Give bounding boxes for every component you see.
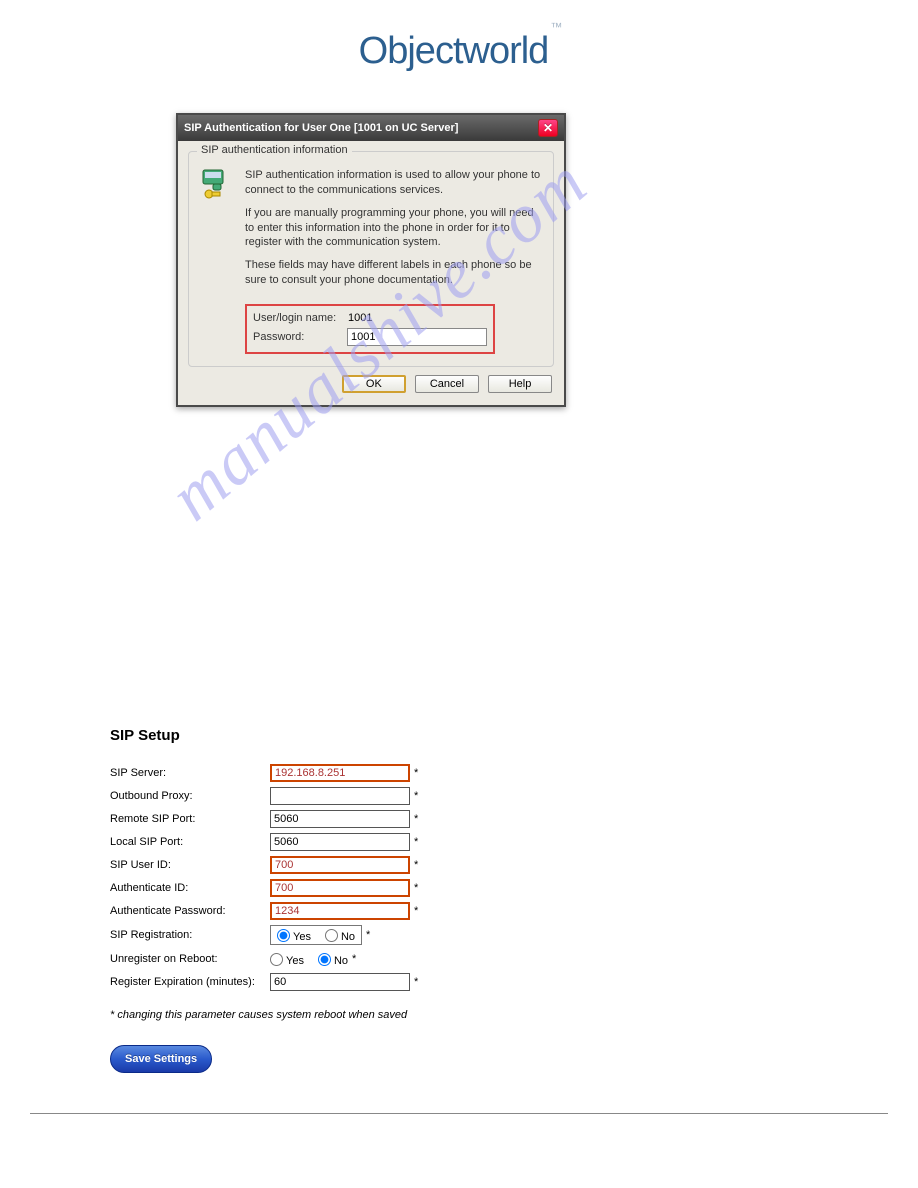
row-sip-registration: SIP Registration: Yes No * <box>110 925 810 945</box>
yes-label: Yes <box>286 955 304 967</box>
asterisk: * <box>414 882 418 894</box>
reg-yes-option[interactable]: Yes <box>277 927 311 943</box>
cancel-button[interactable]: Cancel <box>415 375 479 393</box>
unreg-yes-radio[interactable] <box>270 953 283 966</box>
dialog-titlebar: SIP Authentication for User One [1001 on… <box>178 115 564 141</box>
trademark-symbol: ™ <box>550 20 561 34</box>
remote-port-label: Remote SIP Port: <box>110 813 270 825</box>
outbound-proxy-label: Outbound Proxy: <box>110 790 270 802</box>
sip-auth-dialog: SIP Authentication for User One [1001 on… <box>176 113 566 407</box>
password-row: Password: <box>253 326 487 348</box>
password-field[interactable] <box>347 328 487 346</box>
info-p2: If you are manually programming your pho… <box>245 206 543 251</box>
asterisk: * <box>414 976 418 988</box>
local-port-label: Local SIP Port: <box>110 836 270 848</box>
auth-password-label: Authenticate Password: <box>110 905 270 917</box>
row-auth-password: Authenticate Password: * <box>110 902 810 920</box>
row-register-expiration: Register Expiration (minutes): * <box>110 973 810 991</box>
unregister-radios: Yes No <box>270 950 348 968</box>
info-row: SIP authentication information is used t… <box>199 168 543 296</box>
sip-registration-radios: Yes No <box>270 925 362 945</box>
unreg-no-radio[interactable] <box>318 953 331 966</box>
row-unregister-reboot: Unregister on Reboot: Yes No * <box>110 950 810 968</box>
sip-user-id-field[interactable] <box>270 856 410 874</box>
ok-button[interactable]: OK <box>342 375 406 393</box>
auth-password-field[interactable] <box>270 902 410 920</box>
outbound-proxy-field[interactable] <box>270 787 410 805</box>
sip-server-field[interactable] <box>270 764 410 782</box>
register-exp-label: Register Expiration (minutes): <box>110 976 270 988</box>
asterisk: * <box>366 929 370 941</box>
asterisk: * <box>352 953 356 965</box>
register-exp-field[interactable] <box>270 973 410 991</box>
no-label: No <box>341 931 355 943</box>
yes-label: Yes <box>293 931 311 943</box>
unregister-label: Unregister on Reboot: <box>110 953 270 965</box>
unreg-no-option[interactable]: No <box>318 951 348 967</box>
user-login-value: 1001 <box>348 312 372 324</box>
info-text: SIP authentication information is used t… <box>245 168 543 296</box>
brand-logo: Objectworld™ <box>359 30 560 73</box>
phone-key-icon <box>199 168 235 204</box>
info-p3: These fields may have different labels i… <box>245 258 543 288</box>
local-port-field[interactable] <box>270 833 410 851</box>
save-settings-button[interactable]: Save Settings <box>110 1045 212 1073</box>
unreg-yes-option[interactable]: Yes <box>270 951 304 967</box>
dialog-title: SIP Authentication for User One [1001 on… <box>184 122 458 134</box>
footnote: * changing this parameter causes system … <box>110 1009 810 1021</box>
sip-user-id-label: SIP User ID: <box>110 859 270 871</box>
footer-rule <box>30 1113 888 1114</box>
help-button[interactable]: Help <box>488 375 552 393</box>
asterisk: * <box>414 813 418 825</box>
auth-id-label: Authenticate ID: <box>110 882 270 894</box>
reg-no-option[interactable]: No <box>325 927 355 943</box>
row-sip-user-id: SIP User ID: * <box>110 856 810 874</box>
row-remote-port: Remote SIP Port: * <box>110 810 810 828</box>
user-login-row: User/login name: 1001 <box>253 310 487 326</box>
password-label: Password: <box>253 331 347 343</box>
row-auth-id: Authenticate ID: * <box>110 879 810 897</box>
dialog-button-row: OK Cancel Help <box>188 367 554 395</box>
asterisk: * <box>414 836 418 848</box>
brand-text: Objectworld <box>359 30 549 72</box>
row-outbound-proxy: Outbound Proxy: * <box>110 787 810 805</box>
logo-wrap: Objectworld™ <box>0 0 918 93</box>
sip-server-label: SIP Server: <box>110 767 270 779</box>
row-sip-server: SIP Server: * <box>110 764 810 782</box>
asterisk: * <box>414 767 418 779</box>
group-legend: SIP authentication information <box>197 144 352 156</box>
asterisk: * <box>414 859 418 871</box>
asterisk: * <box>414 790 418 802</box>
remote-port-field[interactable] <box>270 810 410 828</box>
row-local-port: Local SIP Port: * <box>110 833 810 851</box>
info-p1: SIP authentication information is used t… <box>245 168 543 198</box>
no-label: No <box>334 955 348 967</box>
sip-registration-label: SIP Registration: <box>110 929 270 941</box>
dialog-body: SIP authentication information SIP authe… <box>178 141 564 405</box>
sip-setup-section: SIP Setup SIP Server: * Outbound Proxy: … <box>110 727 810 1073</box>
asterisk: * <box>414 905 418 917</box>
reg-yes-radio[interactable] <box>277 929 290 942</box>
close-button[interactable]: ✕ <box>538 119 558 137</box>
user-login-label: User/login name: <box>253 312 348 324</box>
sip-setup-title: SIP Setup <box>110 727 810 744</box>
auth-id-field[interactable] <box>270 879 410 897</box>
sip-auth-groupbox: SIP authentication information SIP authe… <box>188 151 554 367</box>
reg-no-radio[interactable] <box>325 929 338 942</box>
close-icon: ✕ <box>543 121 553 135</box>
credentials-block: User/login name: 1001 Password: <box>245 304 495 354</box>
